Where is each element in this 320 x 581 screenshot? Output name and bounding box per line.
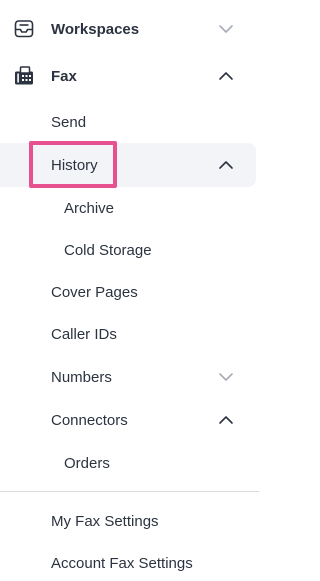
nav-label-connectors: Connectors xyxy=(51,411,128,429)
nav-item-account-fax-settings[interactable]: Account Fax Settings xyxy=(0,543,259,581)
nav-label-cover-pages: Cover Pages xyxy=(51,283,138,301)
nav-label-cold-storage: Cold Storage xyxy=(64,241,152,259)
nav-item-workspaces[interactable]: Workspaces xyxy=(0,9,259,49)
inbox-tray-icon xyxy=(13,18,35,40)
nav-item-cold-storage[interactable]: Cold Storage xyxy=(0,230,259,270)
nav-label-archive: Archive xyxy=(64,199,115,217)
nav-item-fax[interactable]: Fax xyxy=(0,56,259,96)
fax-machine-icon xyxy=(13,65,35,87)
nav-label-workspaces: Workspaces xyxy=(51,20,140,38)
nav-label-account-fax-settings: Account Fax Settings xyxy=(51,554,193,572)
nav-item-history[interactable]: History xyxy=(0,143,256,187)
nav-item-caller-ids[interactable]: Caller IDs xyxy=(0,314,259,354)
nav-label-caller-ids: Caller IDs xyxy=(51,325,117,343)
chevron-up-icon[interactable] xyxy=(218,160,234,170)
nav-item-my-fax-settings[interactable]: My Fax Settings xyxy=(0,501,259,541)
chevron-down-icon[interactable] xyxy=(218,372,234,382)
chevron-up-icon[interactable] xyxy=(218,71,234,81)
nav-item-orders[interactable]: Orders xyxy=(0,443,259,483)
fax-sidebar-nav: Workspaces Fax Send History Archive Cold… xyxy=(0,0,259,581)
nav-item-cover-pages[interactable]: Cover Pages xyxy=(0,272,259,312)
nav-label-history: History xyxy=(51,156,98,174)
nav-item-numbers[interactable]: Numbers xyxy=(0,357,259,397)
chevron-up-icon[interactable] xyxy=(218,415,234,425)
nav-item-send[interactable]: Send xyxy=(0,102,259,142)
nav-item-archive[interactable]: Archive xyxy=(0,188,259,228)
nav-label-send: Send xyxy=(51,113,87,131)
nav-item-connectors[interactable]: Connectors xyxy=(0,400,259,440)
nav-label-fax: Fax xyxy=(51,67,77,85)
nav-label-my-fax-settings: My Fax Settings xyxy=(51,512,159,530)
nav-label-numbers: Numbers xyxy=(51,368,112,386)
nav-label-orders: Orders xyxy=(64,454,110,472)
chevron-down-icon[interactable] xyxy=(218,24,234,34)
section-divider xyxy=(0,491,259,492)
